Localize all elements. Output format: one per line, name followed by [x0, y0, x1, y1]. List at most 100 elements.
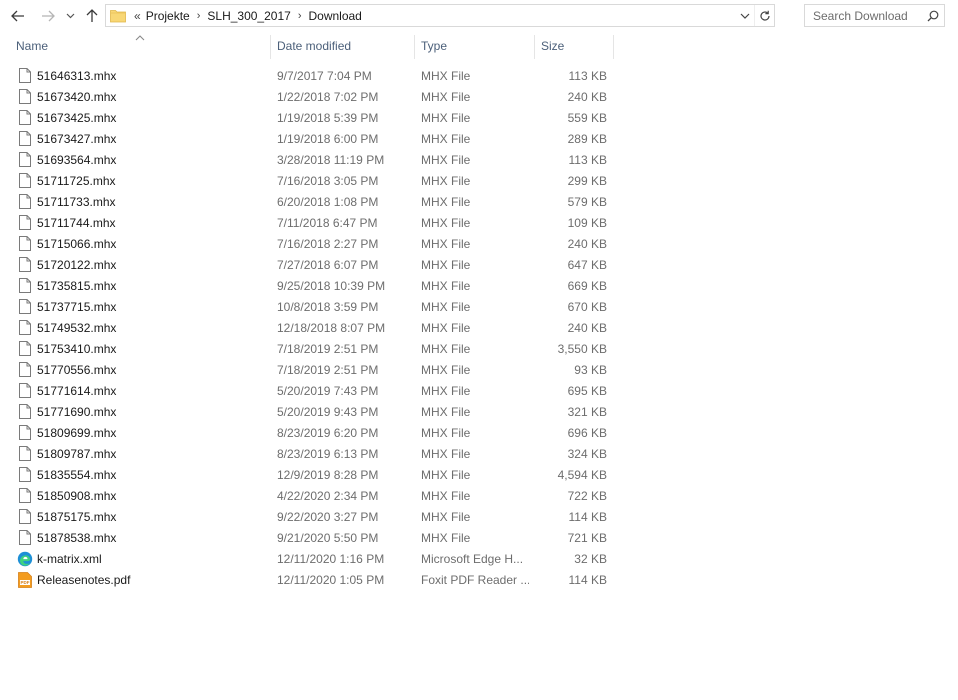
- address-history-button[interactable]: [736, 5, 754, 26]
- up-button[interactable]: [82, 4, 102, 28]
- file-name: 51850908.mhx: [37, 488, 117, 503]
- back-button[interactable]: [8, 4, 28, 28]
- file-name-cell[interactable]: 51711733.mhx: [17, 191, 267, 212]
- file-name-cell[interactable]: 51693564.mhx: [17, 149, 267, 170]
- type-cell: MHX File: [421, 110, 471, 125]
- file-name-cell[interactable]: 51809787.mhx: [17, 443, 267, 464]
- refresh-button[interactable]: [754, 5, 774, 26]
- table-row[interactable]: 51673425.mhx 1/19/2018 5:39 PM MHX File 559…: [0, 107, 958, 128]
- table-row[interactable]: 51646313.mhx 9/7/2017 7:04 PM MHX File 113 …: [0, 65, 958, 86]
- table-row[interactable]: 51875175.mhx 9/22/2020 3:27 PM MHX File 114…: [0, 506, 958, 527]
- file-name-cell[interactable]: 51720122.mhx: [17, 254, 267, 275]
- file-name-cell[interactable]: 51673420.mhx: [17, 86, 267, 107]
- table-row[interactable]: 51737715.mhx 10/8/2018 3:59 PM MHX File 670…: [0, 296, 958, 317]
- file-name-cell[interactable]: 51673425.mhx: [17, 107, 267, 128]
- column-header-type[interactable]: Type: [421, 33, 531, 59]
- table-row[interactable]: 51809699.mhx 8/23/2019 6:20 PM MHX File 696…: [0, 422, 958, 443]
- search-box[interactable]: Search Download: [804, 4, 945, 27]
- file-name-cell[interactable]: 51753410.mhx: [17, 338, 267, 359]
- table-row[interactable]: 51753410.mhx 7/18/2019 2:51 PM MHX File 3,5…: [0, 338, 958, 359]
- file-name-cell[interactable]: PDF Releasenotes.pdf: [17, 569, 267, 590]
- file-name: 51875175.mhx: [37, 509, 117, 524]
- column-divider[interactable]: [270, 35, 271, 59]
- table-row[interactable]: 51771690.mhx 5/20/2019 9:43 PM MHX File 321…: [0, 401, 958, 422]
- column-header-date[interactable]: Date modified: [277, 33, 412, 59]
- table-row[interactable]: k-matrix.xml 12/11/2020 1:16 PM Microsoft …: [0, 548, 958, 569]
- file-name-cell[interactable]: 51711744.mhx: [17, 212, 267, 233]
- date-modified-cell: 12/9/2019 8:28 PM: [277, 467, 379, 482]
- column-header-name[interactable]: Name: [16, 33, 268, 59]
- size-cell: 670 KB: [567, 299, 607, 314]
- size-cell: 321 KB: [567, 404, 607, 419]
- table-row[interactable]: 51711725.mhx 7/16/2018 3:05 PM MHX File 299…: [0, 170, 958, 191]
- generic-file-icon: [17, 446, 33, 462]
- type-cell: MHX File: [421, 383, 471, 398]
- chevron-down-icon: [66, 13, 74, 19]
- file-name-cell[interactable]: 51770556.mhx: [17, 359, 267, 380]
- column-divider[interactable]: [534, 35, 535, 59]
- table-row[interactable]: 51720122.mhx 7/27/2018 6:07 PM MHX File 647…: [0, 254, 958, 275]
- table-row[interactable]: 51878538.mhx 9/21/2020 5:50 PM MHX File 721…: [0, 527, 958, 548]
- file-name: 51809787.mhx: [37, 446, 117, 461]
- generic-file-icon: [17, 194, 33, 210]
- table-row[interactable]: 51673427.mhx 1/19/2018 6:00 PM MHX File 289…: [0, 128, 958, 149]
- breadcrumb-item-slh-300-2017[interactable]: SLH_300_2017: [207, 9, 290, 23]
- table-row[interactable]: 51715066.mhx 7/16/2018 2:27 PM MHX File 240…: [0, 233, 958, 254]
- table-row[interactable]: 51693564.mhx 3/28/2018 11:19 PM MHX File 11…: [0, 149, 958, 170]
- file-name-cell[interactable]: 51715066.mhx: [17, 233, 267, 254]
- table-row[interactable]: 51711733.mhx 6/20/2018 1:08 PM MHX File 579…: [0, 191, 958, 212]
- file-name-cell[interactable]: 51835554.mhx: [17, 464, 267, 485]
- table-row[interactable]: PDF Releasenotes.pdf 12/11/2020 1:05 PM Fox…: [0, 569, 958, 590]
- type-cell: Microsoft Edge H...: [421, 551, 524, 566]
- table-row[interactable]: 51809787.mhx 8/23/2019 6:13 PM MHX File 324…: [0, 443, 958, 464]
- generic-file-icon: [17, 215, 33, 231]
- file-name-cell[interactable]: 51735815.mhx: [17, 275, 267, 296]
- type-cell: MHX File: [421, 320, 471, 335]
- chevron-down-icon: [740, 13, 750, 19]
- file-name-cell[interactable]: 51771614.mhx: [17, 380, 267, 401]
- type-cell: Foxit PDF Reader ...: [421, 572, 529, 587]
- generic-file-icon: [17, 110, 33, 126]
- navigation-bar: « Projekte › SLH_300_2017 › Download Sea…: [0, 0, 958, 32]
- table-row[interactable]: 51673420.mhx 1/22/2018 7:02 PM MHX File 240…: [0, 86, 958, 107]
- file-name: Releasenotes.pdf: [37, 572, 131, 587]
- table-row[interactable]: 51850908.mhx 4/22/2020 2:34 PM MHX File 722…: [0, 485, 958, 506]
- chevron-right-icon[interactable]: ›: [197, 10, 201, 22]
- table-row[interactable]: 51835554.mhx 12/9/2019 8:28 PM MHX File 4,5…: [0, 464, 958, 485]
- file-name-cell[interactable]: 51711725.mhx: [17, 170, 267, 191]
- breadcrumb-overflow-button[interactable]: «: [134, 9, 141, 23]
- table-row[interactable]: 51735815.mhx 9/25/2018 10:39 PM MHX File 66…: [0, 275, 958, 296]
- file-name-cell[interactable]: 51771690.mhx: [17, 401, 267, 422]
- file-name-cell[interactable]: 51749532.mhx: [17, 317, 267, 338]
- type-cell: MHX File: [421, 362, 471, 377]
- search-icon[interactable]: [922, 10, 944, 22]
- column-header-size[interactable]: Size: [541, 33, 611, 59]
- size-cell: 695 KB: [567, 383, 607, 398]
- size-cell: 324 KB: [567, 446, 607, 461]
- date-modified-cell: 7/18/2019 2:51 PM: [277, 362, 379, 377]
- search-input[interactable]: Search Download: [805, 9, 922, 23]
- address-bar[interactable]: « Projekte › SLH_300_2017 › Download: [105, 4, 775, 27]
- table-row[interactable]: 51770556.mhx 7/18/2019 2:51 PM MHX File 93 …: [0, 359, 958, 380]
- date-modified-cell: 7/16/2018 3:05 PM: [277, 173, 379, 188]
- table-row[interactable]: 51749532.mhx 12/18/2018 8:07 PM MHX File 24…: [0, 317, 958, 338]
- forward-button[interactable]: [38, 4, 58, 28]
- file-name-cell[interactable]: 51809699.mhx: [17, 422, 267, 443]
- file-name-cell[interactable]: k-matrix.xml: [17, 548, 267, 569]
- file-name-cell[interactable]: 51878538.mhx: [17, 527, 267, 548]
- breadcrumb-item-download[interactable]: Download: [308, 9, 361, 23]
- size-cell: 113 KB: [568, 152, 607, 167]
- date-modified-cell: 5/20/2019 9:43 PM: [277, 404, 379, 419]
- recent-locations-button[interactable]: [63, 4, 77, 28]
- table-row[interactable]: 51771614.mhx 5/20/2019 7:43 PM MHX File 695…: [0, 380, 958, 401]
- breadcrumb-item-projekte[interactable]: Projekte: [146, 9, 190, 23]
- file-name-cell[interactable]: 51673427.mhx: [17, 128, 267, 149]
- table-row[interactable]: 51711744.mhx 7/11/2018 6:47 PM MHX File 109…: [0, 212, 958, 233]
- file-name-cell[interactable]: 51850908.mhx: [17, 485, 267, 506]
- column-divider[interactable]: [414, 35, 415, 59]
- column-divider[interactable]: [613, 35, 614, 59]
- file-name-cell[interactable]: 51646313.mhx: [17, 65, 267, 86]
- file-name-cell[interactable]: 51875175.mhx: [17, 506, 267, 527]
- chevron-right-icon[interactable]: ›: [298, 10, 302, 22]
- file-name-cell[interactable]: 51737715.mhx: [17, 296, 267, 317]
